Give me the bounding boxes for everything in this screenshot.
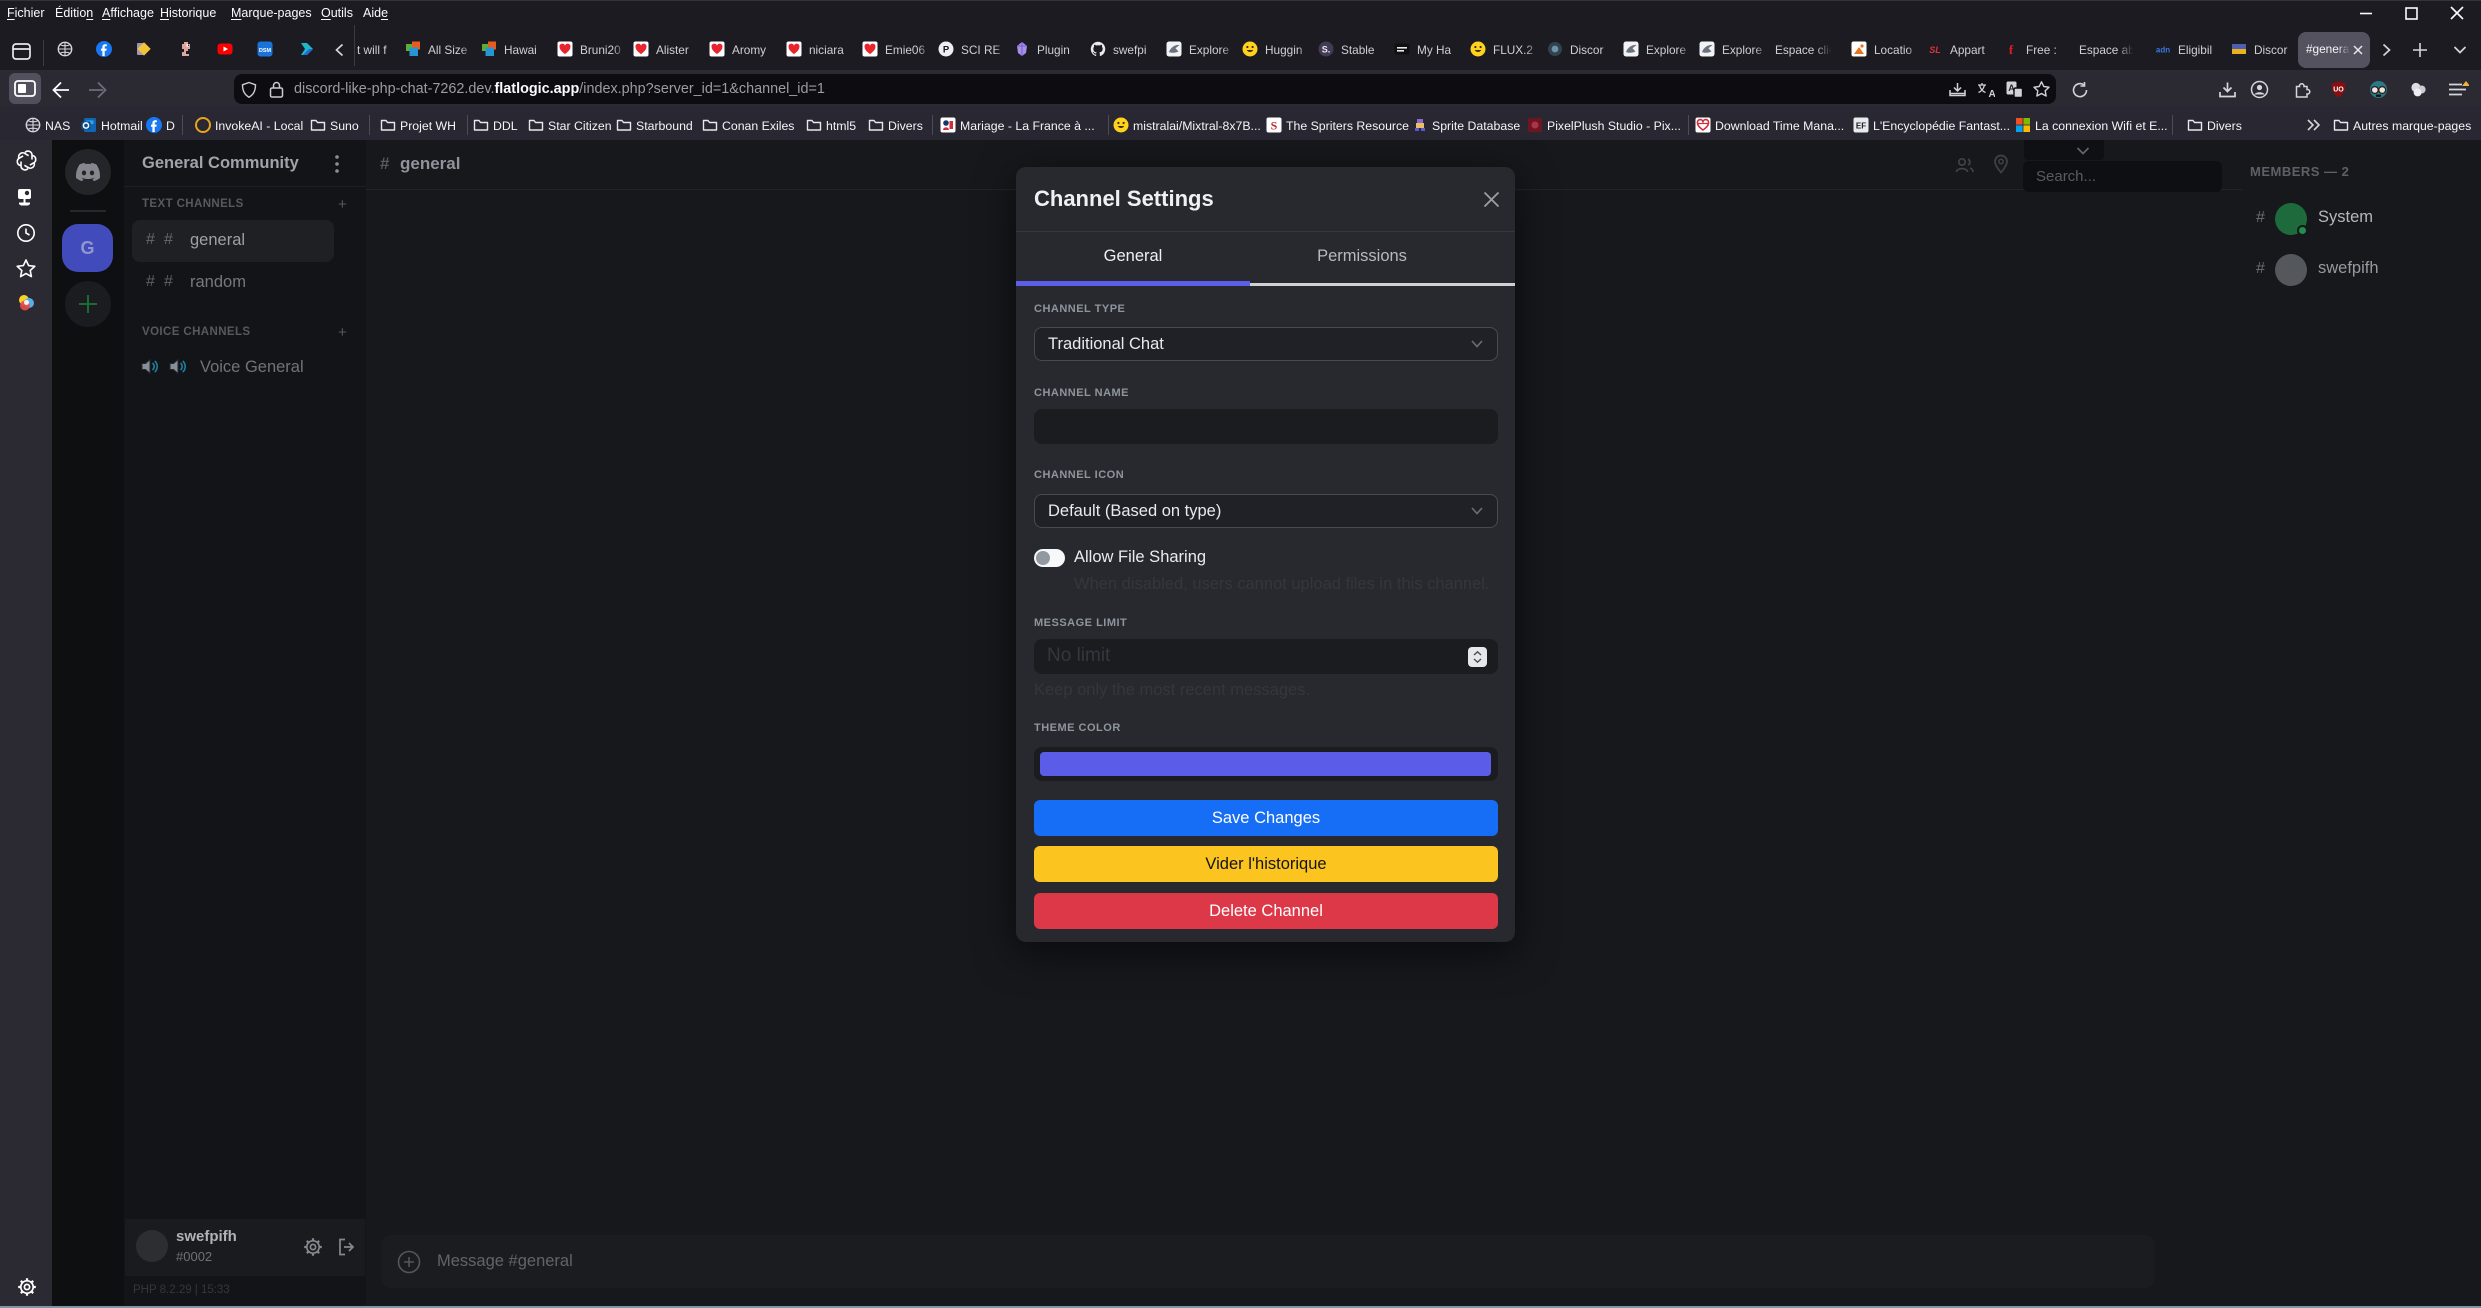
svg-text:UO: UO [2333,87,2344,94]
svg-text:P: P [943,45,950,56]
svg-text:S: S [1271,119,1278,133]
svg-text:DSM: DSM [259,48,271,54]
svg-text:S.: S. [1322,45,1331,55]
svg-text:A: A [1989,89,1996,99]
svg-text:f: f [2009,42,2014,57]
svg-text:EF: EF [1856,122,1866,131]
svg-text:SL: SL [1929,45,1941,55]
svg-text:adn: adn [2156,46,2170,55]
